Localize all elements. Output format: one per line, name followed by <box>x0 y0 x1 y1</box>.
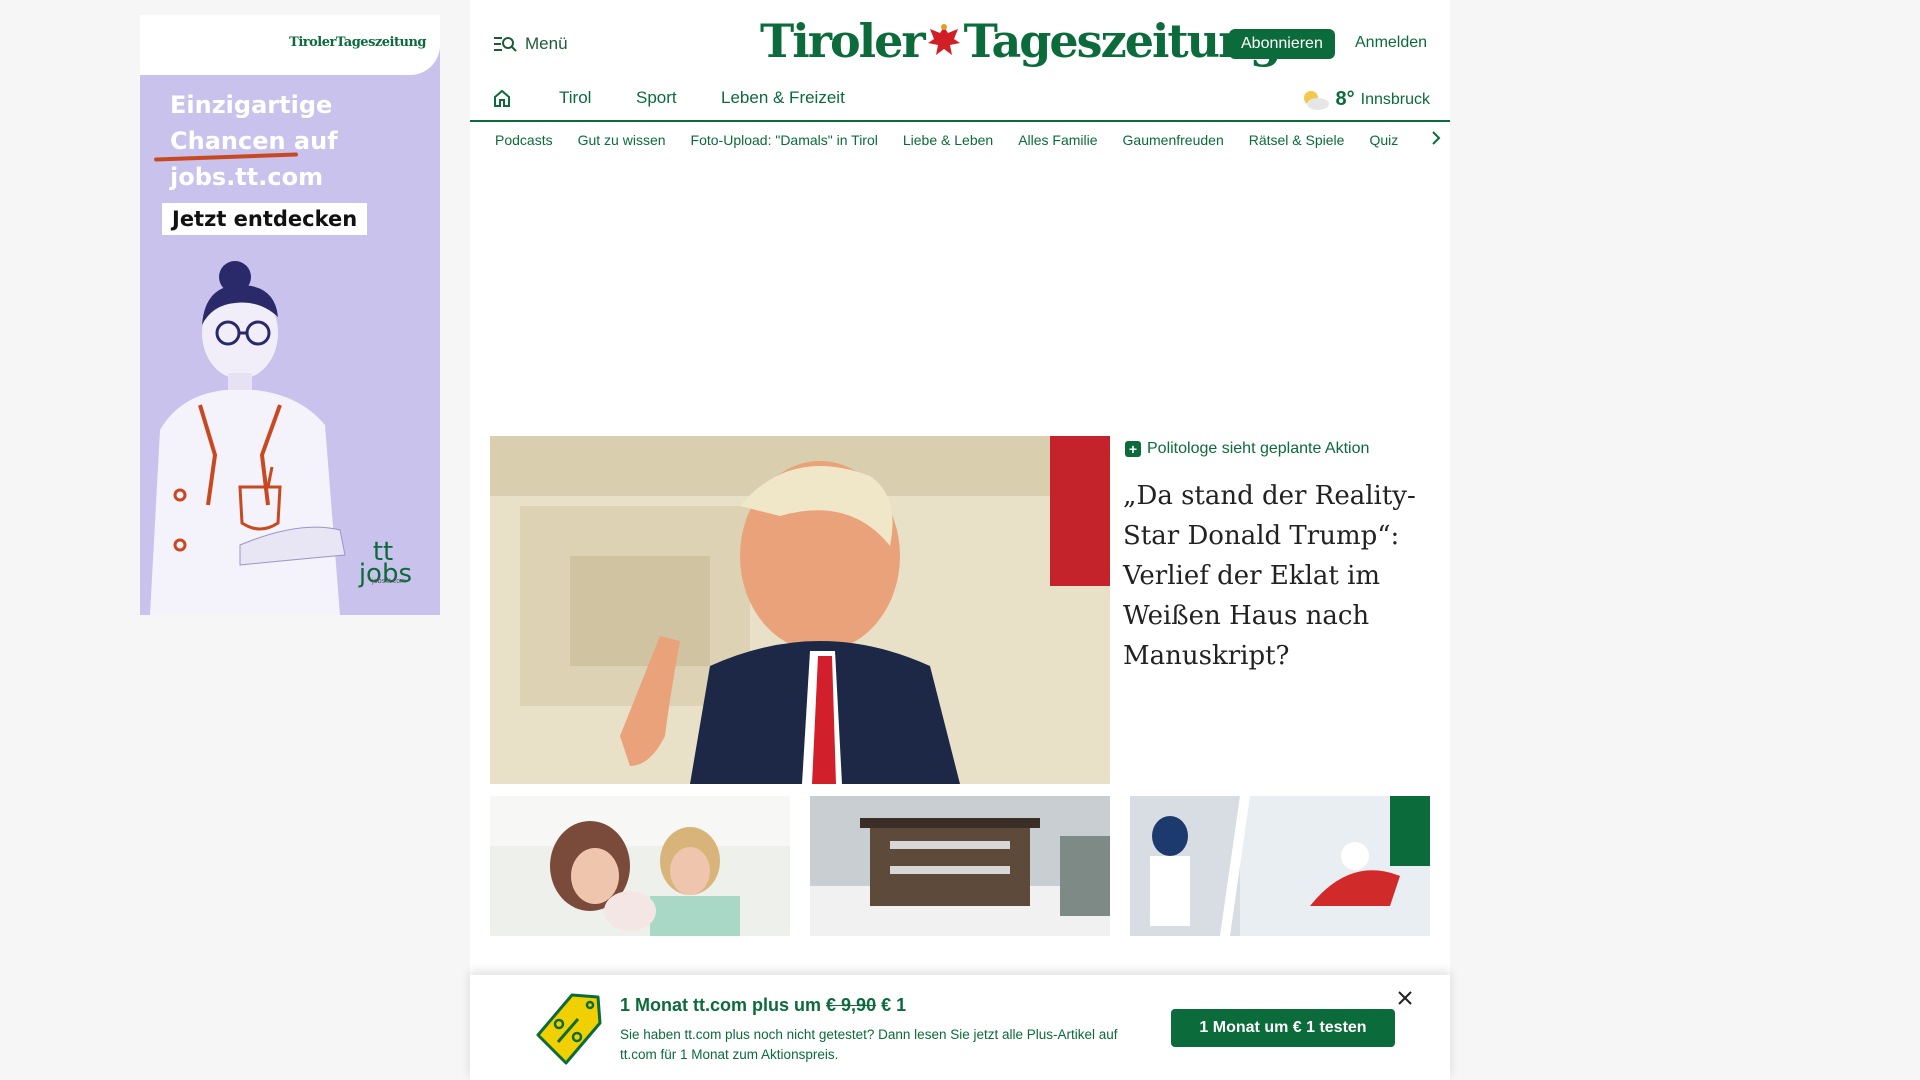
promo-new-price: € 1 <box>881 995 907 1015</box>
subnav-item-quiz[interactable]: Quiz <box>1369 132 1398 148</box>
lead-headline[interactable]: „Da stand der Reality-Star Donald Trump“… <box>1123 476 1433 676</box>
lead-kicker-text: Politologe sieht geplante Aktion <box>1147 440 1370 457</box>
price-tag-percent-icon <box>536 993 602 1065</box>
subnav-item-liebe-leben[interactable]: Liebe & Leben <box>903 132 993 148</box>
promo-text: Sie haben tt.com plus noch nicht geteste… <box>620 1027 1118 1062</box>
site-header: Menü Tiroler Tageszeitung Abonnieren Anm… <box>470 0 1450 88</box>
menu-button[interactable]: Menü <box>493 34 568 54</box>
subnav-item-podcasts[interactable]: Podcasts <box>495 132 553 148</box>
home-icon[interactable] <box>492 88 512 108</box>
subscribe-button[interactable]: Abonnieren <box>1229 29 1335 59</box>
sub-nav: Podcasts Gut zu wissen Foto-Upload: "Dam… <box>470 122 1450 158</box>
eagle-icon <box>927 24 960 55</box>
teaser-row <box>470 796 1450 936</box>
promo-old-price: € 9,90 <box>826 995 877 1015</box>
ad-brand-url: jobs.tt.com <box>372 578 406 585</box>
subnav-item-gaumenfreuden[interactable]: Gaumenfreuden <box>1123 132 1224 148</box>
site-logo[interactable]: Tiroler Tageszeitung <box>760 14 1282 68</box>
promo-title: 1 Monat tt.com plus um € 9,90 € 1 <box>620 995 906 1016</box>
nav-item-tirol[interactable]: Tirol <box>559 88 591 108</box>
partly-cloudy-icon <box>1303 90 1329 110</box>
ad-placeholder <box>470 158 1450 436</box>
lead-kicker: + Politologe sieht geplante Aktion <box>1125 440 1369 458</box>
ad-logo: TirolerTageszeitung <box>289 35 426 50</box>
lead-article[interactable]: + Politologe sieht geplante Aktion „Da s… <box>470 436 1450 796</box>
subnav-item-raetsel-spiele[interactable]: Rätsel & Spiele <box>1249 132 1345 148</box>
close-icon[interactable] <box>1396 989 1414 1007</box>
ad-headline-line3: jobs.tt.com <box>170 163 324 191</box>
main-column: Menü Tiroler Tageszeitung Abonnieren Anm… <box>470 0 1450 1080</box>
teaser-image-3[interactable] <box>1130 796 1430 936</box>
weather-temperature: 8° <box>1335 88 1355 110</box>
promo-title-prefix: 1 Monat tt.com plus um <box>620 995 822 1015</box>
promo-banner: 1 Monat tt.com plus um € 9,90 € 1 Sie ha… <box>470 975 1450 1080</box>
login-link[interactable]: Anmelden <box>1355 34 1427 52</box>
weather-city: Innsbruck <box>1360 90 1430 108</box>
left-ad-banner[interactable]: TirolerTageszeitung Einzigartige Chancen… <box>140 15 440 615</box>
ad-cta-button[interactable]: Jetzt entdecken <box>162 203 368 235</box>
nav-item-leben-freizeit[interactable]: Leben & Freizeit <box>721 88 845 108</box>
chevron-right-icon[interactable] <box>1430 130 1442 146</box>
lead-article-image[interactable] <box>490 436 1110 784</box>
menu-search-icon <box>494 37 517 52</box>
promo-cta-button[interactable]: 1 Monat um € 1 testen <box>1171 1009 1395 1047</box>
nav-item-sport[interactable]: Sport <box>636 88 677 108</box>
teaser-image-2[interactable] <box>810 796 1110 936</box>
ad-top-band: TirolerTageszeitung <box>140 15 440 75</box>
ad-headline-line1: Einzigartige <box>170 91 333 119</box>
ad-headline: Einzigartige Chancen auf jobs.tt.com <box>170 87 370 195</box>
weather-widget[interactable]: 8° Innsbruck <box>1300 88 1430 111</box>
logo-text-left: Tiroler <box>760 14 926 68</box>
main-nav: Tirol Sport Leben & Freizeit 8° Innsbruc… <box>470 88 1450 122</box>
subnav-item-foto-upload[interactable]: Foto-Upload: "Damals" in Tirol <box>691 132 878 148</box>
plus-icon: + <box>1125 441 1141 457</box>
teaser-image-1[interactable] <box>490 796 790 936</box>
subnav-item-gut-zu-wissen[interactable]: Gut zu wissen <box>578 132 666 148</box>
subnav-item-alles-familie[interactable]: Alles Familie <box>1018 132 1097 148</box>
menu-label: Menü <box>525 34 568 53</box>
